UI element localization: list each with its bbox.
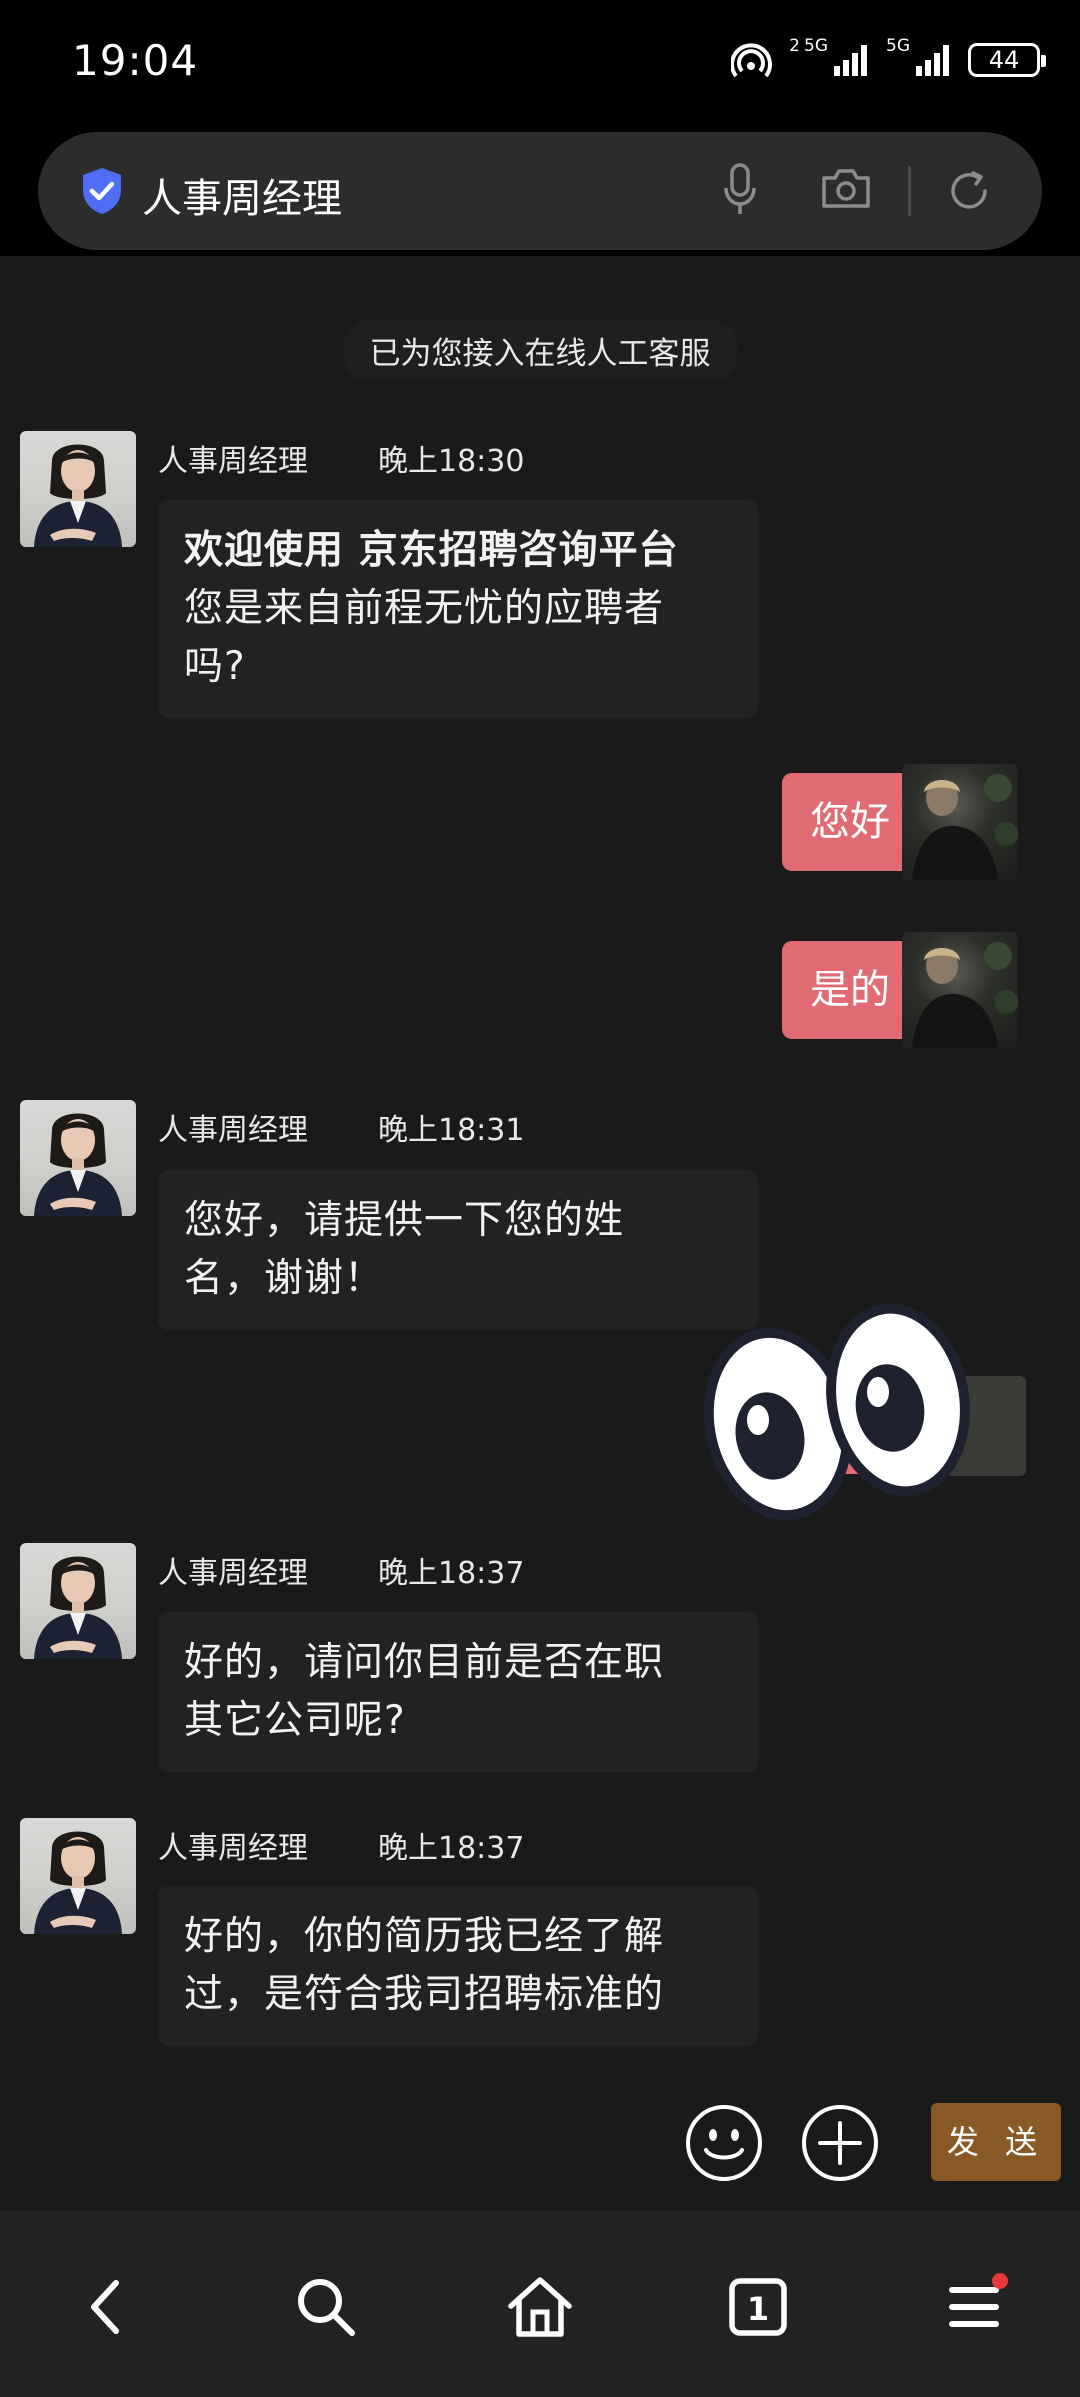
search-icon: [298, 2279, 355, 2336]
outgoing-message-bubble[interactable]: 是的: [782, 941, 918, 1039]
back-icon: [91, 2280, 119, 2334]
incoming-message-bubble[interactable]: 好的，你的简历我已经了解 过，是符合我司招聘标准的: [158, 1886, 758, 2046]
system-notice: 已为您接入在线人工客服: [0, 320, 1080, 381]
message-time: 晚上18:30: [378, 444, 525, 479]
agent-avatar-image: [34, 1831, 122, 1934]
message-meta: 人事周经理 晚上18:31: [158, 1105, 524, 1149]
address-bar[interactable]: 人事周经理: [38, 132, 1042, 250]
nav-menu-button[interactable]: [934, 2267, 1014, 2347]
incoming-message-bubble[interactable]: 好的，请问你目前是否在职 其它公司呢?: [158, 1612, 758, 1772]
status-bar: 19:04 2 5G 5G 44: [0, 0, 1080, 128]
reload-icon[interactable]: [944, 166, 994, 216]
outgoing-message-bubble[interactable]: 您好: [782, 773, 918, 871]
nav-home-button[interactable]: [500, 2267, 580, 2347]
signal-icon-2: [916, 45, 949, 76]
nav-back-button[interactable]: [66, 2267, 146, 2347]
user-avatar-image: [912, 942, 1018, 1048]
battery-icon: 44: [968, 43, 1046, 77]
message-meta: 人事周经理 晚上18:30: [158, 436, 524, 480]
top-bar: 人事周经理: [0, 128, 1080, 256]
microphone-icon[interactable]: [722, 162, 758, 218]
nav-search-button[interactable]: [286, 2267, 366, 2347]
message-line: 名，谢谢！: [184, 1256, 385, 1301]
message-line: 您是来自前程无忧的应聘者: [184, 586, 665, 631]
network-type-label: 5G: [804, 35, 828, 56]
agent-avatar-image: [34, 1113, 122, 1216]
agent-avatar[interactable]: [20, 1100, 136, 1216]
agent-avatar[interactable]: [20, 1818, 136, 1934]
nav-tabs-button[interactable]: 1: [718, 2267, 798, 2347]
user-avatar-image: [912, 774, 1018, 880]
sender-name: 人事周经理: [158, 1556, 308, 1591]
signal-icon: [834, 45, 867, 76]
page-title: 人事周经理: [142, 176, 342, 222]
tab-count: 1: [747, 2290, 769, 2328]
send-button[interactable]: 发 送: [931, 2103, 1061, 2181]
notification-dot: [992, 2273, 1008, 2289]
hotspot-icon: [731, 43, 773, 78]
emoji-icon[interactable]: [684, 2103, 764, 2183]
message-line: 吗?: [184, 644, 246, 689]
sender-name: 人事周经理: [158, 1113, 308, 1148]
incoming-message-bubble[interactable]: 欢迎使用 京东招聘咨询平台 您是来自前程无忧的应聘者 吗?: [158, 500, 758, 718]
message-title: 欢迎使用 京东招聘咨询平台: [184, 528, 679, 573]
plus-icon[interactable]: [800, 2103, 880, 2183]
status-icons: 2 5G 5G 44: [731, 35, 1046, 80]
hotspot-badge: 2: [789, 35, 800, 56]
user-avatar[interactable]: [902, 764, 1018, 880]
message-line: 过，是符合我司招聘标准的: [184, 1972, 665, 2017]
tabs-icon: 1: [729, 2278, 787, 2336]
googly-eyes-sticker: [703, 1303, 970, 1521]
menu-icon: [949, 2287, 999, 2327]
sender-name: 人事周经理: [158, 1831, 308, 1866]
agent-avatar[interactable]: [20, 431, 136, 547]
message-meta: 人事周经理 晚上18:37: [158, 1823, 524, 1867]
message-meta: 人事周经理 晚上18:37: [158, 1548, 524, 1592]
bottom-navigation: 1: [0, 2211, 1080, 2397]
shield-check-icon: [83, 168, 121, 214]
message-time: 晚上18:37: [378, 1831, 525, 1866]
message-line: 您好，请提供一下您的姓: [184, 1198, 625, 1243]
agent-avatar-image: [34, 444, 122, 547]
home-icon: [508, 2277, 572, 2337]
system-notice-text: 已为您接入在线人工客服: [343, 320, 737, 381]
message-time: 晚上18:31: [378, 1113, 525, 1148]
message-line: 好的，你的简历我已经了解: [184, 1914, 665, 1959]
agent-avatar-image: [34, 1556, 122, 1659]
message-time: 晚上18:37: [378, 1556, 525, 1591]
address-bar-divider: [908, 166, 911, 216]
message-line: 好的，请问你目前是否在职: [184, 1640, 665, 1685]
chat-area[interactable]: 已为您接入在线人工客服 人事周经理 晚上18:30 欢迎使用 京东招聘咨询平台 您…: [0, 256, 1080, 2211]
sender-name: 人事周经理: [158, 444, 308, 479]
status-time: 19:04: [72, 36, 199, 85]
agent-avatar[interactable]: [20, 1543, 136, 1659]
user-avatar[interactable]: [902, 932, 1018, 1048]
network-type-label-2: 5G: [886, 35, 910, 56]
message-line: 其它公司呢?: [184, 1698, 406, 1743]
incoming-message-bubble[interactable]: 您好，请提供一下您的姓 名，谢谢！: [158, 1170, 758, 1330]
camera-icon[interactable]: [820, 166, 872, 210]
